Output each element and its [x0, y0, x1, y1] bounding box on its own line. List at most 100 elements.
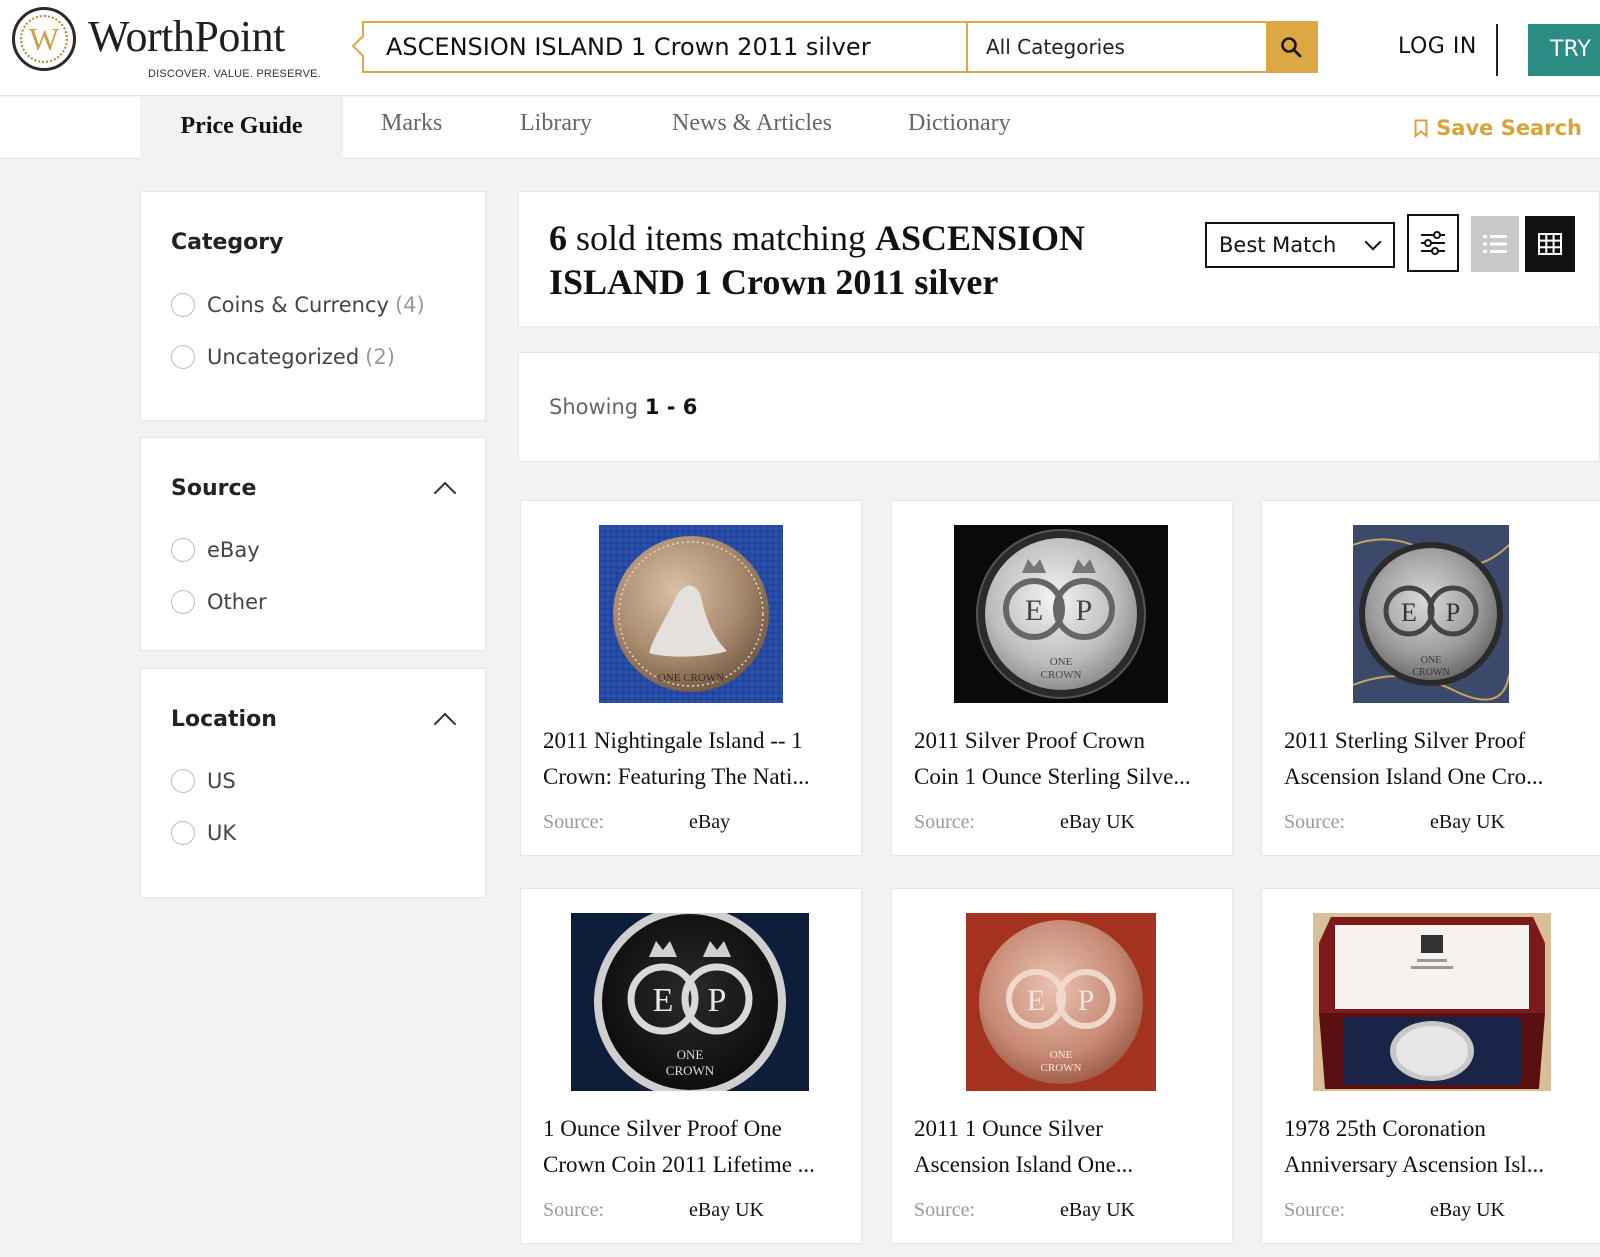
result-card[interactable]: 1978 25th Coronation Anniversary Ascensio… [1261, 888, 1600, 1244]
svg-text:P: P [1446, 598, 1460, 627]
result-card[interactable]: E P ONE CROWN 2011 Sterling Silver Proof… [1261, 500, 1600, 856]
source-value: eBay UK [1430, 1199, 1505, 1221]
logo-emblem-icon: W [12, 7, 76, 71]
source-value: eBay UK [689, 1199, 764, 1221]
search-bar: All Categories [351, 21, 1318, 73]
coin-case-image[interactable] [1313, 913, 1551, 1091]
logo-text: WorthPoint [88, 12, 285, 61]
svg-text:E: E [1401, 598, 1417, 627]
location-title: Location [171, 707, 277, 732]
svg-text:CROWN: CROWN [1041, 669, 1082, 681]
category-select[interactable]: All Categories [966, 23, 1266, 71]
svg-text:ONE: ONE [1421, 655, 1442, 666]
svg-text:E: E [653, 982, 674, 1019]
result-card[interactable]: ONE CROWN 2011 Nightingale Island -- 1 Cr… [520, 500, 862, 856]
card-title[interactable]: 2011 1 Ounce Silver Ascension Island One.… [914, 1111, 1214, 1183]
source-title: Source [171, 476, 257, 501]
chevron-up-icon[interactable] [433, 712, 457, 736]
svg-text:E: E [1027, 984, 1045, 1017]
list-icon [1483, 235, 1507, 253]
grid-icon [1538, 233, 1562, 255]
source-label: Source: [1284, 1199, 1346, 1221]
search-input[interactable] [364, 23, 966, 71]
nav-marks[interactable]: Marks [381, 97, 442, 159]
chevron-up-icon[interactable] [433, 481, 457, 505]
card-title[interactable]: 2011 Silver Proof Crown Coin 1 Ounce Ster… [914, 723, 1214, 795]
category-option-coins[interactable]: Coins & Currency (4) [171, 293, 425, 317]
category-option-uncategorized[interactable]: Uncategorized (2) [171, 345, 395, 369]
svg-text:ONE: ONE [1050, 1049, 1073, 1061]
source-value: eBay UK [1060, 811, 1135, 833]
card-title[interactable]: 2011 Sterling Silver Proof Ascension Isla… [1284, 723, 1584, 795]
source-option-other[interactable]: Other [171, 590, 267, 614]
login-link[interactable]: LOG IN [1398, 34, 1477, 59]
list-view-button[interactable] [1471, 216, 1519, 272]
svg-text:E: E [1025, 594, 1043, 627]
filter-settings-button[interactable] [1407, 214, 1459, 272]
results-header: 6 sold items matching ASCENSION ISLAND 1… [518, 191, 1600, 327]
ep-coin-image[interactable]: E P ONE CROWN [1353, 525, 1509, 703]
source-option-ebay[interactable]: eBay [171, 538, 260, 562]
showing-text: Showing 1 - 6 [549, 395, 698, 419]
nav-price-guide[interactable]: Price Guide [140, 97, 343, 159]
site-header: W WorthPoint DISCOVER. VALUE. PRESERVE. … [0, 0, 1600, 96]
source-label: Source: [543, 1199, 605, 1221]
svg-text:CROWN: CROWN [1412, 667, 1449, 678]
save-search-button[interactable]: Save Search [1414, 97, 1582, 159]
sort-select[interactable]: Best Match [1205, 222, 1395, 268]
radio-button[interactable] [171, 345, 195, 369]
bookmark-icon [1414, 119, 1428, 138]
source-filter-panel: Source eBay Other [140, 437, 486, 651]
source-value: eBay UK [1060, 1199, 1135, 1221]
category-filter-panel: Category Coins & Currency (4) Uncategori… [140, 191, 486, 421]
radio-button[interactable] [171, 769, 195, 793]
result-card[interactable]: E P ONE CROWN 2011 Silver Proof Crown Coi… [891, 500, 1233, 856]
category-title: Category [171, 230, 284, 255]
nav-news-articles[interactable]: News & Articles [672, 97, 832, 159]
card-title[interactable]: 1 Ounce Silver Proof One Crown Coin 2011 … [543, 1111, 843, 1183]
source-value: eBay [689, 811, 731, 833]
result-card[interactable]: E P ONE CROWN 2011 1 Ounce Silver Ascensi… [891, 888, 1233, 1244]
radio-button[interactable] [171, 293, 195, 317]
card-title[interactable]: 2011 Nightingale Island -- 1 Crown: Featu… [543, 723, 843, 795]
ep-coin-image[interactable]: E P ONE CROWN [571, 913, 809, 1091]
svg-text:ONE: ONE [677, 1047, 704, 1062]
ep-coin-image[interactable]: E P ONE CROWN [966, 913, 1156, 1091]
seal-coin-image[interactable]: ONE CROWN [599, 525, 783, 703]
grid-view-button[interactable] [1525, 216, 1575, 272]
radio-button[interactable] [171, 538, 195, 562]
svg-text:CROWN: CROWN [1041, 1062, 1082, 1074]
card-title[interactable]: 1978 25th Coronation Anniversary Ascensio… [1284, 1111, 1584, 1183]
nav-dictionary[interactable]: Dictionary [908, 97, 1011, 159]
sliders-icon [1421, 231, 1445, 255]
ep-coin-image[interactable]: E P ONE CROWN [954, 525, 1168, 703]
radio-button[interactable] [171, 821, 195, 845]
location-filter-panel: Location US UK [140, 668, 486, 898]
svg-text:CROWN: CROWN [666, 1063, 715, 1078]
location-option-uk[interactable]: UK [171, 821, 236, 845]
svg-text:ONE: ONE [1050, 656, 1073, 668]
result-card[interactable]: E P ONE CROWN 1 Ounce Silver Proof One Cr… [520, 888, 862, 1244]
source-label: Source: [543, 811, 605, 833]
search-button[interactable] [1266, 23, 1316, 71]
header-divider [1496, 24, 1498, 76]
svg-text:P: P [1076, 594, 1093, 627]
search-icon [1281, 37, 1302, 58]
source-value: eBay UK [1430, 811, 1505, 833]
location-option-us[interactable]: US [171, 769, 236, 793]
nav-library[interactable]: Library [520, 97, 592, 159]
results-title: 6 sold items matching ASCENSION ISLAND 1… [549, 218, 1086, 302]
worthpoint-logo[interactable]: W WorthPoint DISCOVER. VALUE. PRESERVE. [12, 7, 321, 87]
svg-text:ONE CROWN: ONE CROWN [658, 672, 724, 684]
radio-button[interactable] [171, 590, 195, 614]
main-nav: Price Guide Marks Library News & Article… [0, 97, 1600, 159]
source-label: Source: [1284, 811, 1346, 833]
chevron-down-icon [1364, 233, 1382, 251]
svg-text:P: P [1078, 984, 1095, 1017]
save-search-label: Save Search [1436, 116, 1582, 140]
source-label: Source: [914, 811, 976, 833]
svg-text:P: P [708, 982, 727, 1019]
logo-tagline: DISCOVER. VALUE. PRESERVE. [148, 68, 321, 80]
source-label: Source: [914, 1199, 976, 1221]
try-button[interactable]: TRY [1528, 24, 1600, 76]
